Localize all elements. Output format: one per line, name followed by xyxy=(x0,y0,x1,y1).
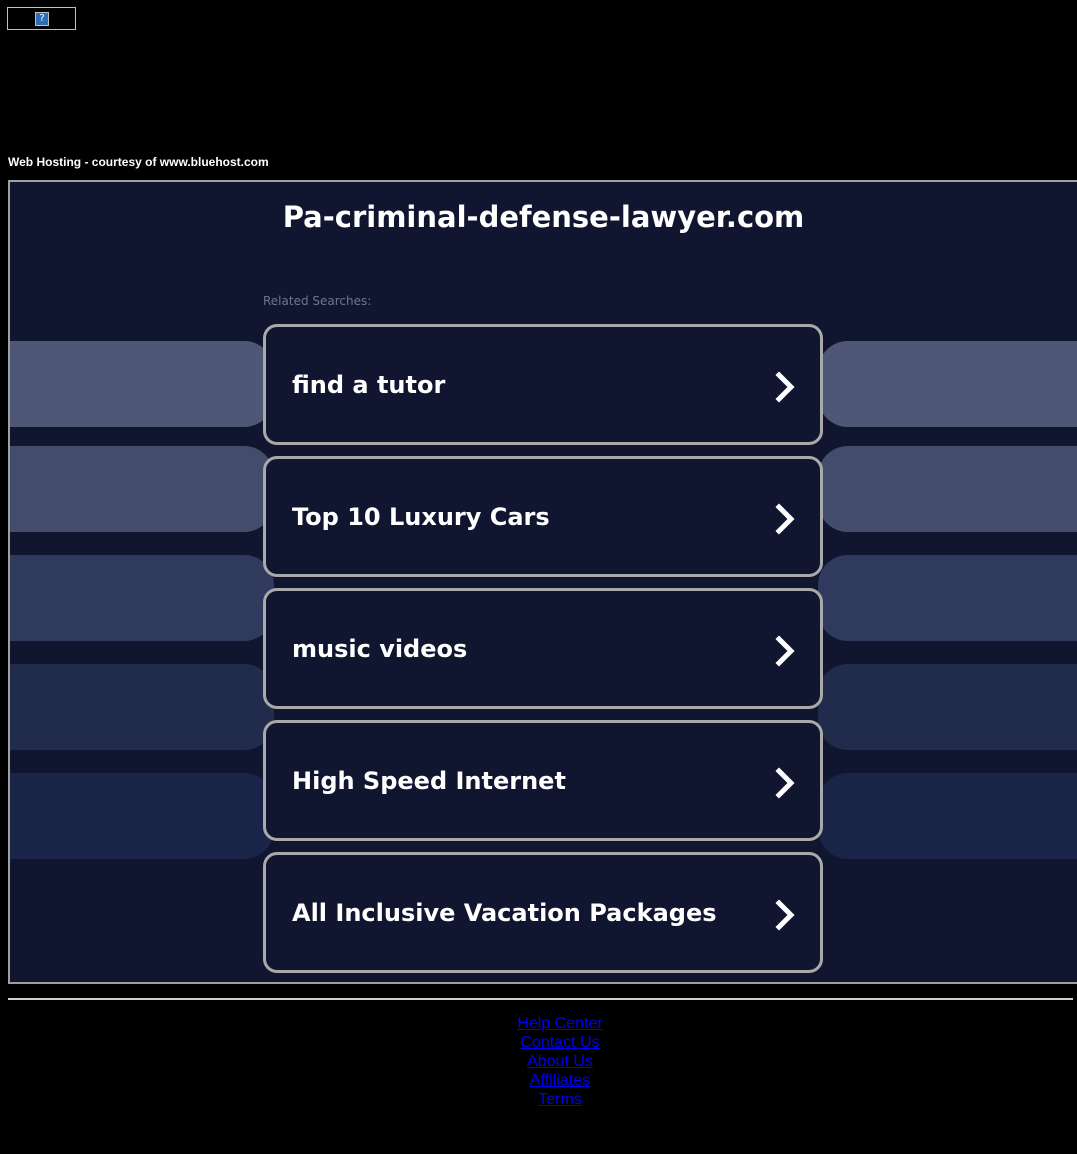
search-card-label: find a tutor xyxy=(292,371,446,399)
search-card-label: music videos xyxy=(292,635,468,663)
chevron-right-icon xyxy=(775,371,795,403)
search-card-label: Top 10 Luxury Cars xyxy=(292,503,550,531)
chevron-right-icon xyxy=(775,767,795,799)
decorative-pill xyxy=(10,555,274,641)
decorative-pill xyxy=(818,555,1077,641)
broken-image-placeholder: ? xyxy=(7,7,76,30)
related-searches-label: Related Searches: xyxy=(263,294,372,308)
search-card-high-speed-internet[interactable]: High Speed Internet xyxy=(263,720,823,841)
decorative-pill xyxy=(10,446,274,532)
decorative-pill xyxy=(10,341,274,427)
search-card-all-inclusive-vacation-packages[interactable]: All Inclusive Vacation Packages xyxy=(263,852,823,973)
decorative-pill xyxy=(818,341,1077,427)
search-panel: Pa-criminal-defense-lawyer.com Related S… xyxy=(8,180,1077,984)
footer-link-help-center[interactable]: Help Center xyxy=(517,1014,602,1033)
decorative-pill xyxy=(10,773,274,859)
search-card-music-videos[interactable]: music videos xyxy=(263,588,823,709)
chevron-right-icon xyxy=(775,503,795,535)
footer-link-terms[interactable]: Terms xyxy=(538,1090,582,1109)
hosting-note: Web Hosting - courtesy of www.bluehost.c… xyxy=(8,155,269,169)
footer-link-affiliates[interactable]: Affiliates xyxy=(530,1071,590,1090)
search-card-top-10-luxury-cars[interactable]: Top 10 Luxury Cars xyxy=(263,456,823,577)
footer-links: Help Center Contact Us About Us Affiliat… xyxy=(8,1014,1077,1109)
page-title: Pa-criminal-defense-lawyer.com xyxy=(282,200,805,234)
search-card-label: High Speed Internet xyxy=(292,767,566,795)
broken-image-icon: ? xyxy=(35,12,49,26)
decorative-pill xyxy=(10,664,274,750)
decorative-pill xyxy=(818,446,1077,532)
footer-divider xyxy=(8,998,1073,1000)
footer-link-contact-us[interactable]: Contact Us xyxy=(520,1033,599,1052)
decorative-pill xyxy=(818,773,1077,859)
footer-link-about-us[interactable]: About Us xyxy=(527,1052,593,1071)
search-card-find-a-tutor[interactable]: find a tutor xyxy=(263,324,823,445)
search-card-label: All Inclusive Vacation Packages xyxy=(292,899,717,927)
chevron-right-icon xyxy=(775,899,795,931)
decorative-pill xyxy=(818,664,1077,750)
chevron-right-icon xyxy=(775,635,795,667)
